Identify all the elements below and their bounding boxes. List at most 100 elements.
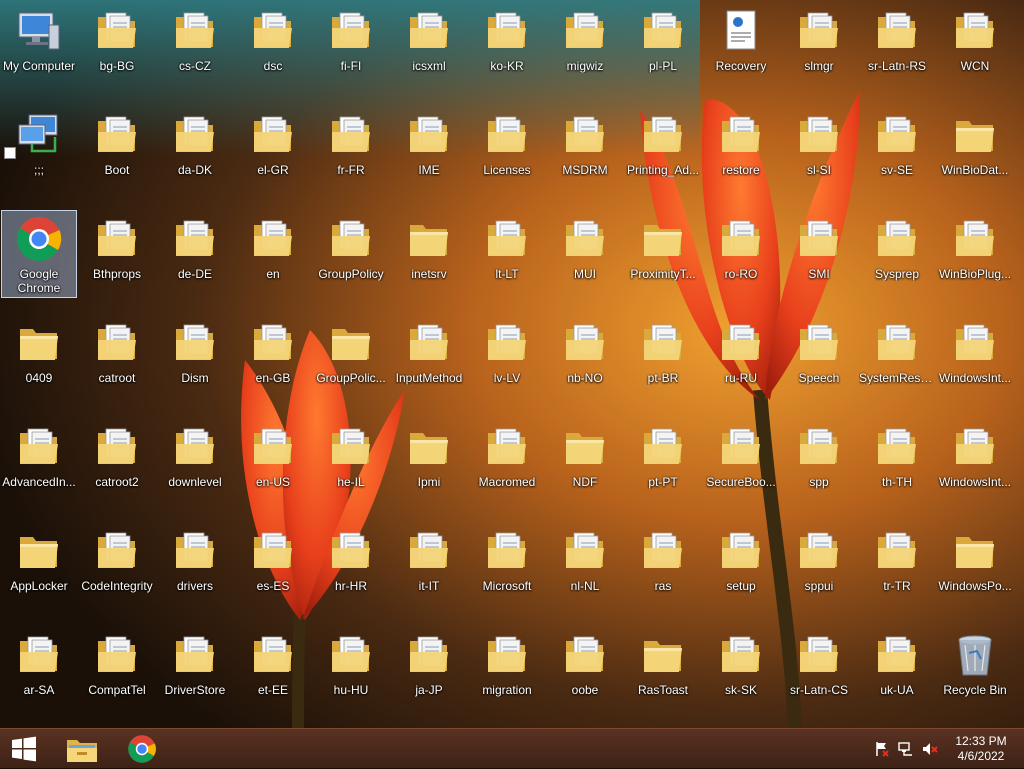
desktop-icon-my-computer[interactable]: My Computer — [1, 2, 77, 90]
desktop-icon-icsxml[interactable]: icsxml — [391, 2, 467, 90]
desktop-icon-migration[interactable]: migration — [469, 626, 545, 714]
desktop-icon-inputmethod[interactable]: InputMethod — [391, 314, 467, 402]
desktop-icon-smi[interactable]: SMI — [781, 210, 857, 298]
desktop-icon-sr-latn-cs[interactable]: sr-Latn-CS — [781, 626, 857, 714]
desktop-icon-ro-ro[interactable]: ro-RO — [703, 210, 779, 298]
desktop-icon-fi-fi[interactable]: fi-FI — [313, 2, 389, 90]
desktop-icon-lv-lv[interactable]: lv-LV — [469, 314, 545, 402]
desktop-icon-pt-br[interactable]: pt-BR — [625, 314, 701, 402]
desktop-icon-oobe[interactable]: oobe — [547, 626, 623, 714]
action-center-flag-icon[interactable] — [874, 741, 890, 757]
desktop-icon-label: ras — [654, 579, 672, 593]
desktop-icon-de-de[interactable]: de-DE — [157, 210, 233, 298]
desktop-icon-winbioplug[interactable]: WinBioPlug... — [937, 210, 1013, 298]
desktop-icon-migwiz[interactable]: migwiz — [547, 2, 623, 90]
desktop-icon-pl-pl[interactable]: pl-PL — [625, 2, 701, 90]
desktop-icon-compattel[interactable]: CompatTel — [79, 626, 155, 714]
desktop-icon-printing-ad[interactable]: Printing_Ad... — [625, 106, 701, 194]
desktop-icon-ar-sa[interactable]: ar-SA — [1, 626, 77, 714]
desktop-icon-0409[interactable]: 0409 — [1, 314, 77, 402]
desktop-icon-sppui[interactable]: sppui — [781, 522, 857, 610]
desktop-icon-boot[interactable]: Boot — [79, 106, 155, 194]
taskbar-google-chrome[interactable] — [116, 729, 168, 769]
desktop-icon-ndf[interactable]: NDF — [547, 418, 623, 506]
desktop-icon-[interactable]: ;;; — [1, 106, 77, 194]
desktop-icon-bthprops[interactable]: Bthprops — [79, 210, 155, 298]
desktop-icon-advancedin[interactable]: AdvancedIn... — [1, 418, 77, 506]
desktop-icon-mui[interactable]: MUI — [547, 210, 623, 298]
desktop-icon-grouppolicy[interactable]: GroupPolicy — [313, 210, 389, 298]
start-button[interactable] — [0, 729, 48, 769]
taskbar-file-explorer[interactable] — [56, 729, 108, 769]
desktop-icon-th-th[interactable]: th-TH — [859, 418, 935, 506]
desktop-icon-slmgr[interactable]: slmgr — [781, 2, 857, 90]
desktop-icon-recycle-bin[interactable]: Recycle Bin — [937, 626, 1013, 714]
desktop-icon-dsc[interactable]: dsc — [235, 2, 311, 90]
desktop-icon-rastoast[interactable]: RasToast — [625, 626, 701, 714]
desktop-icon-nl-nl[interactable]: nl-NL — [547, 522, 623, 610]
desktop-icon-es-es[interactable]: es-ES — [235, 522, 311, 610]
desktop-icon-catroot2[interactable]: catroot2 — [79, 418, 155, 506]
desktop-icon-bg-bg[interactable]: bg-BG — [79, 2, 155, 90]
desktop-icon-nb-no[interactable]: nb-NO — [547, 314, 623, 402]
network-icon[interactable] — [898, 741, 914, 757]
desktop-icon-windowsint[interactable]: WindowsInt... — [937, 418, 1013, 506]
desktop-icon-sv-se[interactable]: sv-SE — [859, 106, 935, 194]
desktop-icon-ko-kr[interactable]: ko-KR — [469, 2, 545, 90]
system-clock[interactable]: 12:33 PM 4/6/2022 — [946, 734, 1016, 764]
desktop-icon-pt-pt[interactable]: pt-PT — [625, 418, 701, 506]
desktop-icon-he-il[interactable]: he-IL — [313, 418, 389, 506]
speaker-muted-icon[interactable] — [922, 741, 938, 757]
desktop-icon-microsoft[interactable]: Microsoft — [469, 522, 545, 610]
desktop-icon-setup[interactable]: setup — [703, 522, 779, 610]
desktop-icon-proximityt[interactable]: ProximityT... — [625, 210, 701, 298]
desktop-icon-uk-ua[interactable]: uk-UA — [859, 626, 935, 714]
folder-with-documents-icon — [483, 319, 531, 367]
desktop-icon-restore[interactable]: restore — [703, 106, 779, 194]
desktop-icon-sr-latn-rs[interactable]: sr-Latn-RS — [859, 2, 935, 90]
desktop-icon-google-chrome[interactable]: Google Chrome — [1, 210, 77, 298]
desktop-icon-msdrm[interactable]: MSDRM — [547, 106, 623, 194]
desktop-icon-en-gb[interactable]: en-GB — [235, 314, 311, 402]
desktop-icon-ipmi[interactable]: Ipmi — [391, 418, 467, 506]
desktop-icon-hr-hr[interactable]: hr-HR — [313, 522, 389, 610]
desktop-icon-da-dk[interactable]: da-DK — [157, 106, 233, 194]
desktop-icon-dism[interactable]: Dism — [157, 314, 233, 402]
desktop-icon-it-it[interactable]: it-IT — [391, 522, 467, 610]
desktop-icon-hu-hu[interactable]: hu-HU — [313, 626, 389, 714]
desktop-icon-catroot[interactable]: catroot — [79, 314, 155, 402]
desktop-icon-secureboo[interactable]: SecureBoo... — [703, 418, 779, 506]
desktop-icon-lt-lt[interactable]: lt-LT — [469, 210, 545, 298]
desktop-icon-cs-cz[interactable]: cs-CZ — [157, 2, 233, 90]
desktop-icon-speech[interactable]: Speech — [781, 314, 857, 402]
desktop-icon-windowsint[interactable]: WindowsInt... — [937, 314, 1013, 402]
desktop-icon-sysprep[interactable]: Sysprep — [859, 210, 935, 298]
desktop-icon-el-gr[interactable]: el-GR — [235, 106, 311, 194]
desktop-icon-macromed[interactable]: Macromed — [469, 418, 545, 506]
desktop-icon-systemrese[interactable]: SystemRese... — [859, 314, 935, 402]
desktop-icon-tr-tr[interactable]: tr-TR — [859, 522, 935, 610]
desktop-icon-en[interactable]: en — [235, 210, 311, 298]
desktop-icon-applocker[interactable]: AppLocker — [1, 522, 77, 610]
desktop-icon-windowspo[interactable]: WindowsPo... — [937, 522, 1013, 610]
desktop-icon-ime[interactable]: IME — [391, 106, 467, 194]
desktop-icon-winbiodat[interactable]: WinBioDat... — [937, 106, 1013, 194]
desktop-icon-grouppolic[interactable]: GroupPolic... — [313, 314, 389, 402]
desktop-icon-driverstore[interactable]: DriverStore — [157, 626, 233, 714]
desktop-icon-inetsrv[interactable]: inetsrv — [391, 210, 467, 298]
desktop-icon-downlevel[interactable]: downlevel — [157, 418, 233, 506]
desktop-icon-drivers[interactable]: drivers — [157, 522, 233, 610]
desktop-icon-licenses[interactable]: Licenses — [469, 106, 545, 194]
desktop-icon-sk-sk[interactable]: sk-SK — [703, 626, 779, 714]
desktop-icon-recovery[interactable]: Recovery — [703, 2, 779, 90]
desktop-icon-fr-fr[interactable]: fr-FR — [313, 106, 389, 194]
desktop-icon-et-ee[interactable]: et-EE — [235, 626, 311, 714]
desktop-icon-codeintegrity[interactable]: CodeIntegrity — [79, 522, 155, 610]
desktop-icon-en-us[interactable]: en-US — [235, 418, 311, 506]
desktop-icon-wcn[interactable]: WCN — [937, 2, 1013, 90]
desktop-icon-sl-si[interactable]: sl-SI — [781, 106, 857, 194]
desktop-icon-ru-ru[interactable]: ru-RU — [703, 314, 779, 402]
desktop-icon-ras[interactable]: ras — [625, 522, 701, 610]
desktop-icon-spp[interactable]: spp — [781, 418, 857, 506]
desktop-icon-ja-jp[interactable]: ja-JP — [391, 626, 467, 714]
